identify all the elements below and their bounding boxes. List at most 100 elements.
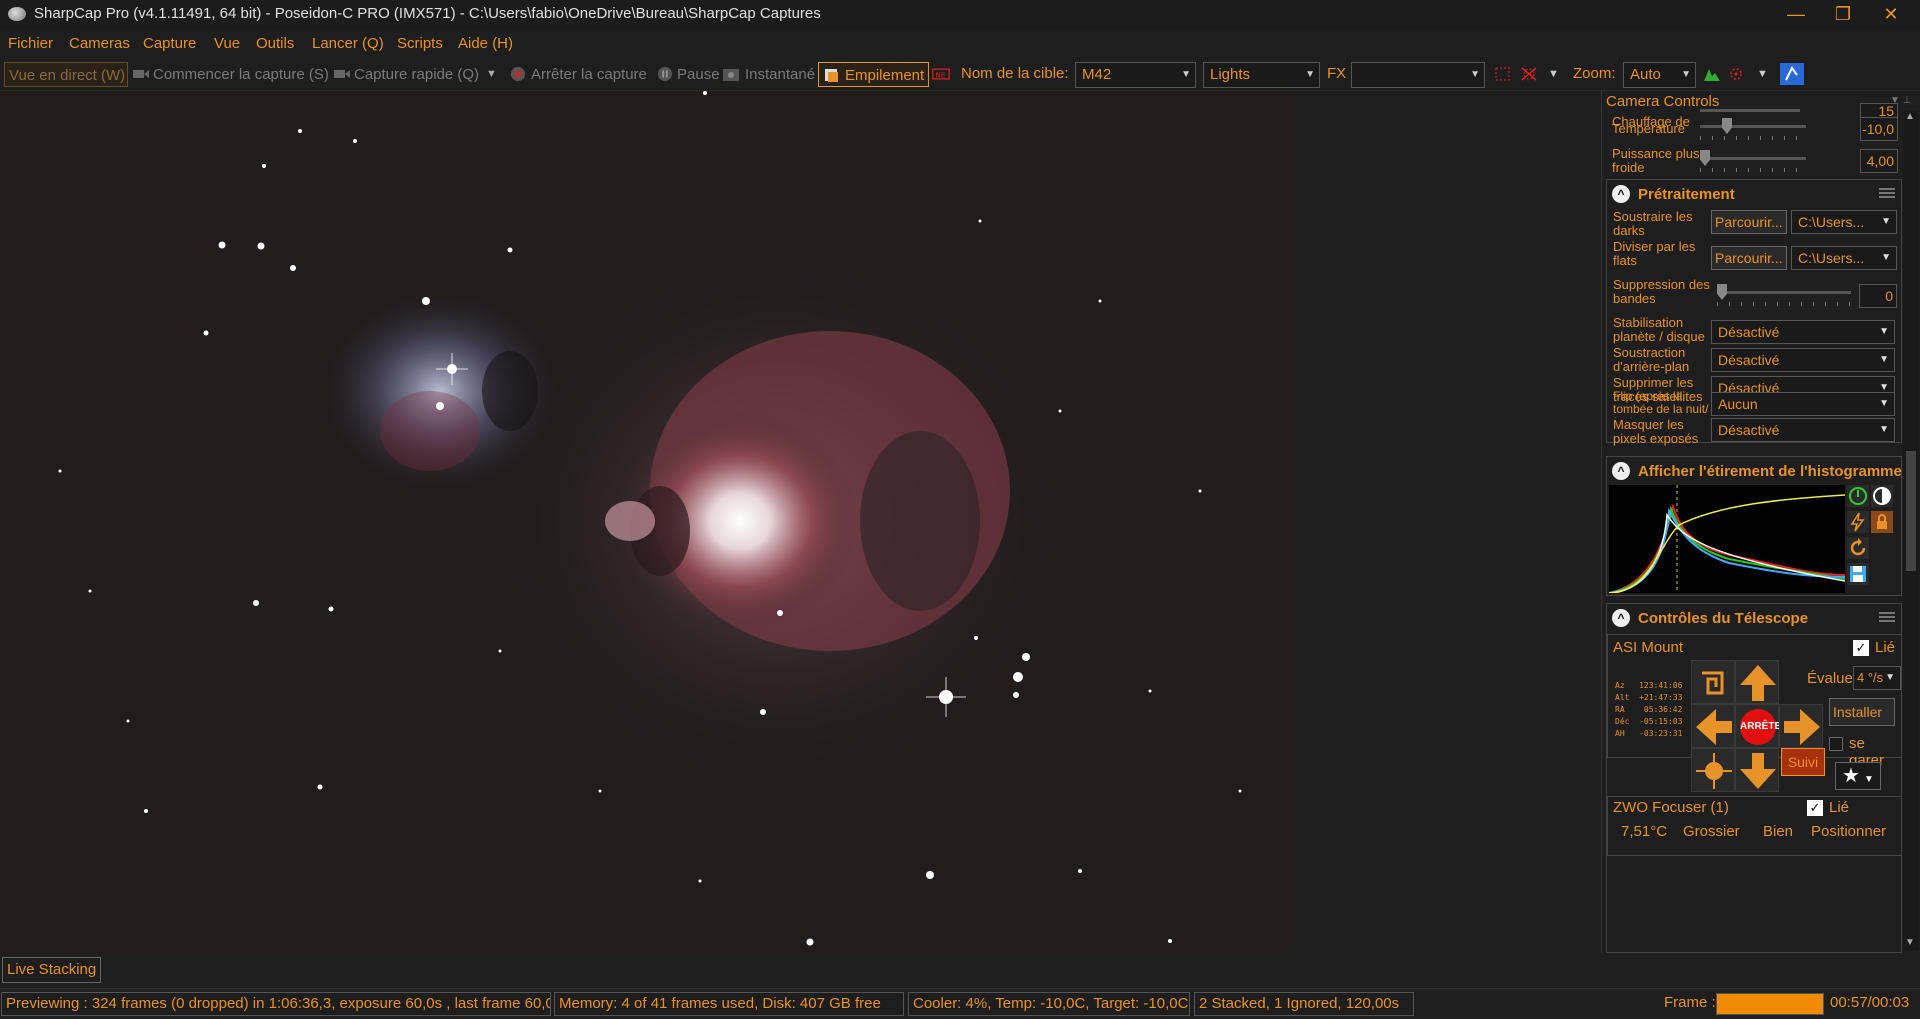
- darks-browse-button[interactable]: Parcourir...: [1711, 210, 1787, 234]
- cooler-power-label: Puissance plus froide: [1612, 146, 1700, 175]
- live-view-button[interactable]: Vue en direct (W): [4, 62, 128, 87]
- panel-scrollbar[interactable]: ▲ ▼: [1903, 111, 1919, 951]
- menu-vue[interactable]: Vue: [214, 35, 240, 52]
- mount-linked-label: Lié: [1875, 639, 1896, 656]
- rate-value: 4 °/s: [1857, 670, 1884, 685]
- banding-slider-thumb[interactable]: [1717, 284, 1727, 300]
- menu-icon[interactable]: [1879, 612, 1895, 622]
- start-capture-button[interactable]: Commencer la capture (S): [153, 62, 329, 87]
- frame-type-combo[interactable]: Lights ▼: [1203, 62, 1320, 88]
- collapse-icon[interactable]: ^: [1612, 609, 1630, 627]
- banding-slider[interactable]: [1717, 291, 1851, 294]
- flip-dropdown[interactable]: Aucun ▼: [1711, 392, 1895, 416]
- park-checkbox[interactable]: [1829, 737, 1843, 751]
- histogram-title: Afficher l'étirement de l'histogramme: [1638, 463, 1902, 480]
- mask-dropdown[interactable]: Désactivé ▼: [1711, 418, 1895, 442]
- mount-linked-checkbox[interactable]: ✓: [1853, 640, 1869, 656]
- refresh-icon[interactable]: [1847, 537, 1869, 559]
- scroll-down-icon[interactable]: ▼: [1905, 937, 1915, 948]
- cooler-power-value[interactable]: 4,00: [1860, 149, 1898, 173]
- maximize-button[interactable]: ❐: [1820, 0, 1866, 30]
- reticle-dropdown-icon[interactable]: ▼: [1548, 62, 1559, 87]
- no-exposure-icon[interactable]: NE: [932, 66, 950, 82]
- polar-align-icon[interactable]: [1780, 63, 1804, 85]
- telescope-header[interactable]: ^ Contrôles du Télescope: [1607, 604, 1901, 632]
- move-west-button[interactable]: [1691, 704, 1735, 748]
- auto-stretch-icon[interactable]: [1847, 511, 1869, 533]
- darks-path-dropdown[interactable]: C:\Users... ▼: [1791, 210, 1897, 234]
- stop-button[interactable]: ARRÊTE: [1735, 704, 1781, 748]
- nebula-image: [0, 91, 1293, 953]
- fx-combo[interactable]: ▼: [1351, 62, 1485, 88]
- selection-rect-icon[interactable]: [1494, 66, 1512, 82]
- snapshot-button[interactable]: Instantané: [745, 62, 815, 87]
- focuser-linked-checkbox[interactable]: ✓: [1807, 800, 1823, 816]
- minimize-button[interactable]: —: [1773, 0, 1819, 30]
- temperature-slider[interactable]: [1700, 125, 1806, 128]
- move-south-button[interactable]: [1735, 748, 1779, 792]
- histogram-header[interactable]: ^ Afficher l'étirement de l'histogramme: [1607, 457, 1902, 485]
- target-name-combo[interactable]: M42 ▼: [1075, 62, 1196, 88]
- mask-label: Masquer les pixels exposés: [1613, 417, 1699, 446]
- collapse-icon[interactable]: ^: [1612, 185, 1630, 203]
- close-button[interactable]: ✕: [1868, 0, 1914, 30]
- background-sub-dropdown[interactable]: Désactivé ▼: [1711, 348, 1895, 372]
- live-stacking-tab[interactable]: Live Stacking: [2, 957, 102, 983]
- flats-path-dropdown[interactable]: C:\Users... ▼: [1791, 246, 1897, 270]
- histogram-plot[interactable]: [1609, 485, 1845, 593]
- tracking-button[interactable]: Suivi: [1781, 748, 1825, 776]
- frame-progress-bar: [1716, 993, 1824, 1015]
- scroll-up-icon[interactable]: ▲: [1905, 111, 1915, 122]
- star-dropdown[interactable]: ★ ▼: [1835, 762, 1881, 790]
- flip-label: Flip (après la tombée de la nuit/à plat): [1613, 390, 1709, 418]
- install-button[interactable]: Installer: [1829, 698, 1895, 726]
- menu-icon[interactable]: [1879, 188, 1895, 198]
- mount-coordinates: Az 123:41:06 Alt +21:47:33 RA 05:36:42 D…: [1615, 681, 1683, 738]
- preprocessing-section: ^ Prétraitement Soustraire les darks Par…: [1606, 179, 1902, 446]
- pause-button[interactable]: Pause: [677, 62, 720, 87]
- quick-capture-icon: [334, 70, 350, 78]
- chevron-down-icon: ▼: [1885, 672, 1895, 683]
- planet-stab-dropdown[interactable]: Désactivé ▼: [1711, 320, 1895, 344]
- zoom-combo[interactable]: Auto ▼: [1623, 62, 1696, 88]
- reticle-off-icon[interactable]: [1520, 66, 1538, 82]
- chevron-down-icon: ▼: [1879, 398, 1889, 409]
- lock-icon[interactable]: [1871, 511, 1893, 533]
- move-north-button[interactable]: [1735, 660, 1779, 704]
- quick-capture-dropdown-icon[interactable]: ▼: [486, 62, 497, 87]
- window-heater-slider[interactable]: [1700, 109, 1800, 112]
- histogram-section: ^ Afficher l'étirement de l'histogramme: [1606, 456, 1902, 596]
- preprocessing-title: Prétraitement: [1638, 186, 1735, 203]
- move-east-button[interactable]: [1779, 704, 1823, 748]
- contrast-icon[interactable]: [1871, 485, 1893, 507]
- video-camera-icon: [133, 70, 149, 78]
- stop-capture-button[interactable]: Arrêter la capture: [531, 62, 647, 87]
- flats-browse-button[interactable]: Parcourir...: [1711, 246, 1787, 270]
- temperature-slider-thumb[interactable]: [1722, 118, 1732, 134]
- preview-image[interactable]: [0, 91, 1293, 953]
- focus-assist-icon[interactable]: [1728, 66, 1746, 82]
- cooler-power-slider[interactable]: [1700, 157, 1806, 160]
- sun-button[interactable]: [1691, 748, 1735, 792]
- memory-status: Memory: 4 of 41 frames used, Disk: 407 G…: [554, 992, 904, 1016]
- quick-capture-button[interactable]: Capture rapide (Q): [354, 62, 479, 87]
- menu-aide[interactable]: Aide (H): [458, 35, 513, 52]
- histogram-reset-icon[interactable]: [1847, 485, 1869, 507]
- save-icon[interactable]: [1847, 563, 1869, 585]
- menu-cameras[interactable]: Cameras: [69, 35, 130, 52]
- goto-home-button[interactable]: [1691, 660, 1735, 704]
- collapse-icon[interactable]: ^: [1612, 462, 1630, 480]
- menu-capture[interactable]: Capture: [143, 35, 196, 52]
- menu-lancer[interactable]: Lancer (Q): [312, 35, 384, 52]
- menu-outils[interactable]: Outils: [256, 35, 294, 52]
- banding-value[interactable]: 0: [1859, 284, 1897, 308]
- chevron-down-icon: ▼: [1879, 354, 1889, 365]
- histogram-icon[interactable]: [1703, 66, 1721, 82]
- menu-scripts[interactable]: Scripts: [397, 35, 443, 52]
- preprocessing-header[interactable]: ^ Prétraitement: [1607, 180, 1901, 208]
- scrollbar-thumb[interactable]: [1906, 451, 1916, 571]
- menu-fichier[interactable]: Fichier: [8, 35, 53, 52]
- focus-dropdown-icon[interactable]: ▼: [1757, 62, 1768, 87]
- temperature-value[interactable]: -10,0: [1860, 117, 1898, 141]
- rate-dropdown[interactable]: 4 °/s ▼: [1853, 666, 1901, 690]
